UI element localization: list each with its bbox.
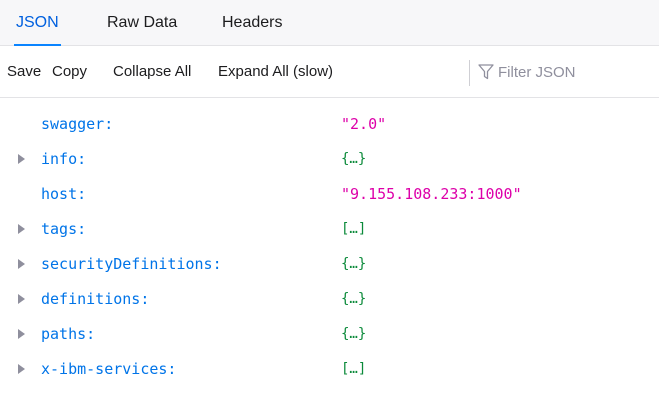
tab-json[interactable]: JSON (14, 0, 61, 46)
tree-key: definitions: (41, 290, 150, 308)
tab-raw-data[interactable]: Raw Data (107, 0, 177, 46)
tree-row-paths[interactable]: paths: {…} (0, 318, 659, 350)
copy-button[interactable]: Copy (52, 46, 87, 98)
tree-row-securityDefinitions[interactable]: securityDefinitions: {…} (0, 248, 659, 280)
tree-key: securityDefinitions: (41, 255, 222, 273)
tree-row-definitions[interactable]: definitions: {…} (0, 283, 659, 315)
tree-row-info[interactable]: info: {…} (0, 143, 659, 175)
tree-key: info: (41, 150, 87, 168)
tree-value: {…} (341, 151, 367, 167)
expand-triangle-icon[interactable] (18, 294, 25, 304)
filter-json-input[interactable] (498, 58, 648, 86)
tree-key: tags: (41, 220, 87, 238)
tree-key: x-ibm-services: (41, 360, 177, 378)
tree-value: "2.0" (341, 115, 387, 133)
tree-value: […] (341, 221, 367, 237)
tree-key: paths: (41, 325, 96, 343)
save-button[interactable]: Save (7, 46, 41, 98)
filter-box[interactable] (478, 58, 648, 86)
expand-triangle-icon[interactable] (18, 329, 25, 339)
collapse-all-button[interactable]: Collapse All (113, 46, 191, 98)
tree-row-tags[interactable]: tags: […] (0, 213, 659, 245)
expand-triangle-icon[interactable] (18, 224, 25, 234)
tree-key: swagger: (41, 115, 114, 133)
expand-triangle-icon[interactable] (18, 259, 25, 269)
tree-value: […] (341, 361, 367, 377)
expand-triangle-icon[interactable] (18, 364, 25, 374)
expand-triangle-icon[interactable] (18, 154, 25, 164)
tree-value: {…} (341, 326, 367, 342)
tab-headers[interactable]: Headers (222, 0, 282, 46)
expand-all-button[interactable]: Expand All (slow) (218, 46, 333, 98)
tree-value: {…} (341, 291, 367, 307)
tree-value: "9.155.108.233:1000" (341, 185, 522, 203)
tree-key: host: (41, 185, 87, 203)
json-toolbar: Save Copy Collapse All Expand All (slow) (0, 46, 659, 98)
tree-row-x-ibm-services[interactable]: x-ibm-services: […] (0, 353, 659, 385)
tree-row-swagger: swagger: "2.0" (0, 108, 659, 140)
tree-row-host: host: "9.155.108.233:1000" (0, 178, 659, 210)
viewer-tab-bar: JSON Raw Data Headers (0, 0, 659, 46)
tree-value: {…} (341, 256, 367, 272)
funnel-icon (478, 63, 494, 81)
toolbar-divider (469, 60, 470, 86)
